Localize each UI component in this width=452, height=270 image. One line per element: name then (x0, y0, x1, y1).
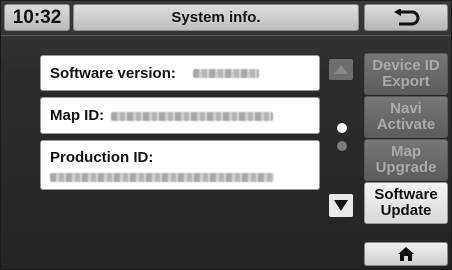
system-info-screen: 10:32 System info. Software version: Map… (0, 0, 452, 270)
header-divider (1, 35, 451, 36)
page-indicator-dot-2 (337, 141, 347, 151)
scroll-up-button[interactable] (329, 59, 353, 80)
map-id-label: Map ID: (50, 107, 105, 124)
software-version-card: Software version: (41, 56, 319, 90)
navi-activate-button[interactable]: Navi Activate (364, 96, 448, 138)
map-id-card: Map ID: (41, 98, 319, 133)
triangle-up-icon (334, 65, 348, 74)
production-id-card: Production ID: (41, 141, 319, 189)
page-title: System info. (73, 4, 359, 31)
scroll-down-button[interactable] (329, 194, 353, 217)
software-version-value-redacted (193, 69, 259, 78)
software-version-label: Software version: (50, 65, 176, 82)
device-id-export-label: Device ID Export (372, 57, 440, 90)
production-id-value-redacted (50, 173, 274, 182)
software-update-button[interactable]: Software Update (364, 182, 448, 224)
production-id-label: Production ID: (50, 149, 154, 166)
clock: 10:32 (12, 6, 62, 28)
home-button[interactable] (364, 242, 448, 266)
navi-activate-label: Navi Activate (376, 100, 436, 133)
device-id-export-button[interactable]: Device ID Export (364, 53, 448, 95)
software-update-label: Software Update (374, 186, 438, 219)
home-icon (398, 247, 414, 261)
clock-panel: 10:32 (4, 4, 70, 31)
header-bar: 10:32 System info. (1, 1, 451, 34)
triangle-down-icon (334, 200, 348, 211)
map-id-value-redacted (111, 112, 273, 121)
page-indicator-dot-1 (337, 123, 347, 133)
map-upgrade-button[interactable]: Map Upgrade (364, 139, 448, 181)
back-button[interactable] (364, 4, 448, 31)
map-upgrade-label: Map Upgrade (375, 143, 437, 176)
return-arrow-icon (394, 8, 420, 25)
